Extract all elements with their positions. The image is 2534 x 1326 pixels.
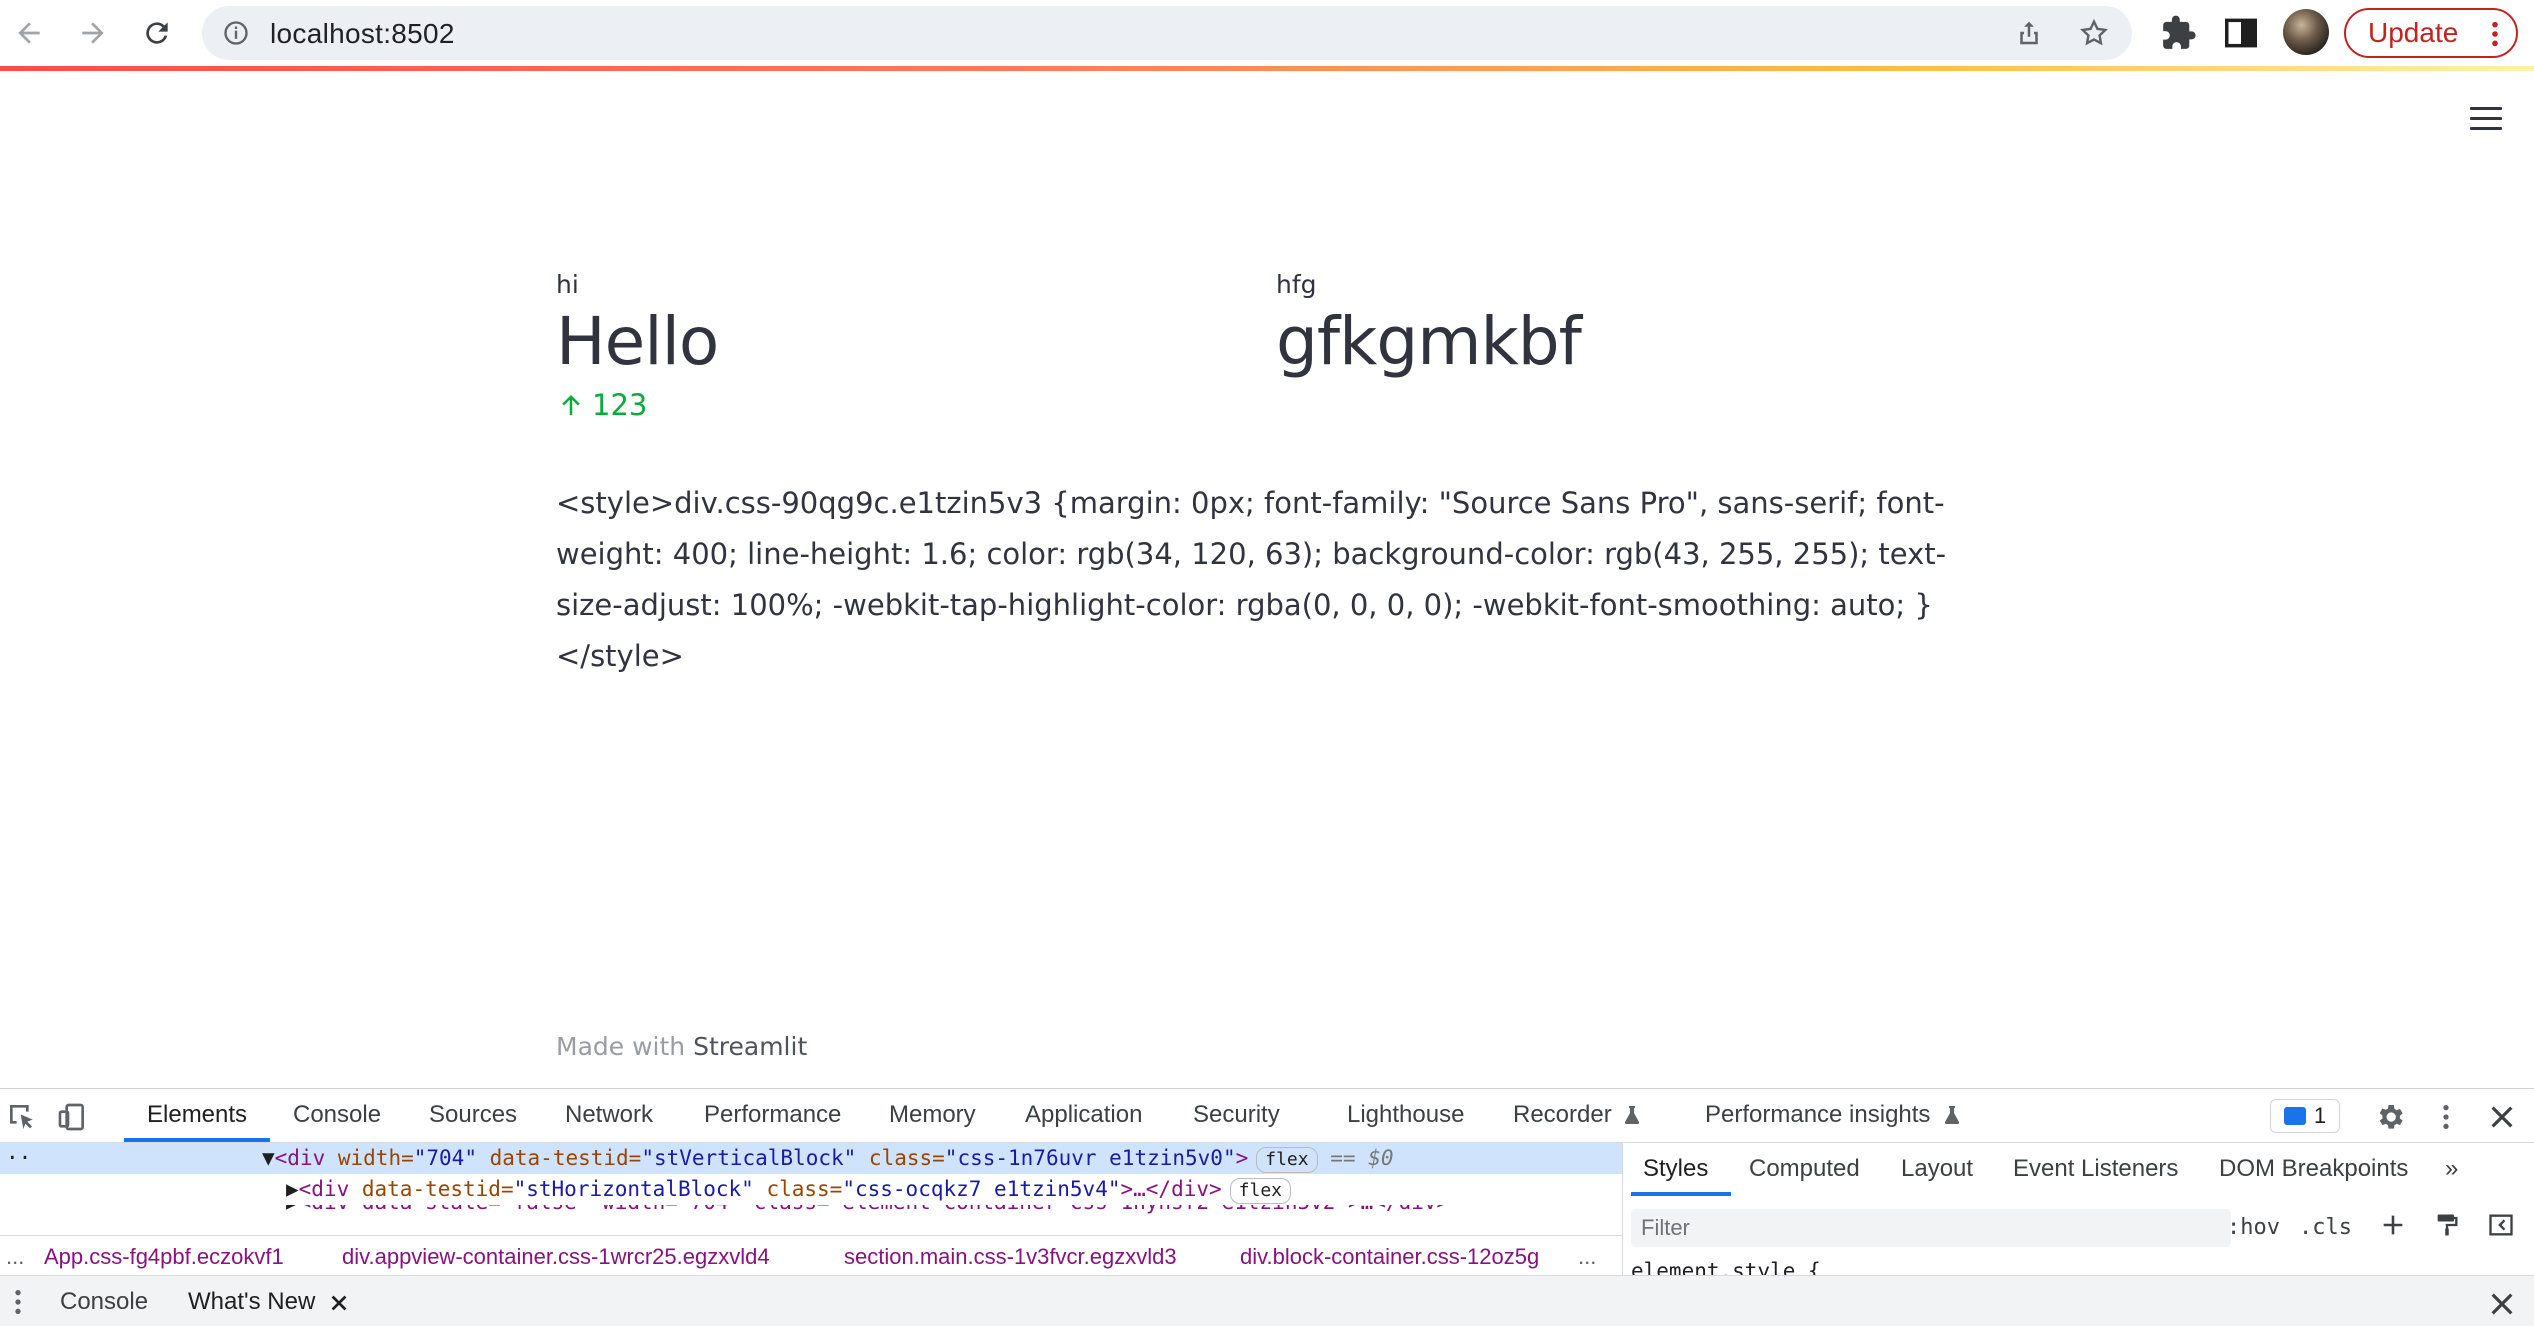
- back-button[interactable]: [6, 10, 52, 56]
- metric-value: Hello: [556, 303, 719, 380]
- arrow-up-icon: [562, 395, 580, 415]
- metric-delta: 123: [556, 388, 718, 422]
- breadcrumb-item[interactable]: div.block-container.css-12oz5g: [1240, 1244, 1564, 1270]
- inspect-element-icon[interactable]: [6, 1101, 38, 1133]
- drawer-tab-console[interactable]: Console: [60, 1288, 148, 1316]
- extensions-puzzle-icon[interactable]: [2160, 14, 2198, 52]
- tab-performance-insights[interactable]: Performance insights: [1705, 1101, 1930, 1129]
- breadcrumb-item[interactable]: section.main.css-1v3fvcr.egzxvld3: [844, 1244, 1177, 1270]
- flex-badge[interactable]: flex: [1229, 1178, 1292, 1204]
- close-drawer-icon[interactable]: [2486, 1288, 2518, 1320]
- metric-value: gfkgmkbf: [1276, 303, 1582, 380]
- metric-hi: hi Hello 123: [556, 270, 719, 422]
- tab-elements[interactable]: Elements: [147, 1101, 247, 1129]
- tab-styles[interactable]: Styles: [1643, 1155, 1708, 1183]
- footer-prefix: Made with: [556, 1032, 686, 1061]
- flex-badge[interactable]: flex: [1256, 1147, 1318, 1173]
- tab-network[interactable]: Network: [565, 1101, 653, 1129]
- arrow-right-icon: [82, 22, 104, 44]
- dom-breadcrumbs: ... App.css-fg4pbf.eczokvf1 div.appview-…: [0, 1235, 1622, 1275]
- arrow-left-icon: [18, 22, 40, 44]
- tab-application[interactable]: Application: [1025, 1101, 1142, 1129]
- tab-layout[interactable]: Layout: [1901, 1155, 1973, 1183]
- cls-toggle[interactable]: .cls: [2299, 1215, 2352, 1240]
- tab-recorder[interactable]: Recorder: [1513, 1101, 1612, 1129]
- share-icon[interactable]: [2014, 18, 2044, 48]
- devtools-drawer: Console What's New: [0, 1275, 2534, 1326]
- active-tab-indicator: [124, 1138, 270, 1142]
- dom-node[interactable]: ▶<div data-testid="stHorizontalBlock" cl…: [0, 1174, 1622, 1205]
- active-tab-indicator: [1631, 1192, 1731, 1196]
- forward-button[interactable]: [70, 10, 116, 56]
- experiment-flask-icon: [1944, 1106, 1960, 1124]
- more-vertical-icon[interactable]: [2430, 1101, 2462, 1133]
- update-label: Update: [2368, 17, 2459, 48]
- devtools-tabbar: Elements Console Sources Network Perform…: [0, 1089, 2534, 1143]
- issues-badge[interactable]: 1: [2270, 1099, 2340, 1133]
- tab-console[interactable]: Console: [293, 1101, 381, 1129]
- footer: Made with Streamlit: [556, 1032, 807, 1061]
- metric-delta-value: 123: [592, 388, 648, 422]
- metric-hfg: hfg gfkgmkbf: [1276, 270, 1582, 380]
- tab-dom-breakpoints[interactable]: DOM Breakpoints: [2219, 1155, 2408, 1183]
- tab-performance[interactable]: Performance: [704, 1101, 841, 1129]
- dom-node-partial[interactable]: ▶<div data-stale="false" width="704" cla…: [0, 1205, 1622, 1218]
- toggle-sidebar-icon[interactable]: [2487, 1211, 2515, 1239]
- close-icon[interactable]: [2486, 1101, 2518, 1133]
- issues-count: 1: [2313, 1103, 2327, 1128]
- tab-sources[interactable]: Sources: [429, 1101, 517, 1129]
- bookmark-star-icon[interactable]: [2078, 17, 2110, 49]
- markdown-style-text: <style>div.css-90qg9c.e1tzin5v3 {margin:…: [556, 486, 1947, 673]
- tab-event-listeners[interactable]: Event Listeners: [2013, 1155, 2178, 1183]
- message-icon: [2283, 1107, 2306, 1125]
- kebab-menu-icon: [2492, 21, 2498, 47]
- devtools-panel: Elements Console Sources Network Perform…: [0, 1088, 2534, 1326]
- address-bar[interactable]: localhost:8502: [202, 6, 2132, 60]
- styles-filter-input[interactable]: Filter: [1631, 1209, 2231, 1247]
- experiment-flask-icon: [1624, 1106, 1640, 1124]
- browser-toolbar: localhost:8502 Update: [0, 0, 2534, 66]
- tab-security[interactable]: Security: [1193, 1101, 1280, 1129]
- drawer-tab-whats-new[interactable]: What's New: [188, 1288, 315, 1316]
- tab-computed[interactable]: Computed: [1749, 1155, 1860, 1183]
- reload-icon: [146, 22, 168, 44]
- profile-avatar[interactable]: [2283, 9, 2329, 55]
- breadcrumb-item[interactable]: div.appview-container.css-1wrcr25.egzxvl…: [342, 1244, 770, 1270]
- tab-memory[interactable]: Memory: [889, 1101, 976, 1129]
- elements-tree: ·· ▼<div width="704" data-testid="stVerti…: [0, 1143, 1622, 1205]
- info-icon[interactable]: [222, 19, 250, 47]
- more-tabs-chevron-icon[interactable]: »: [2445, 1155, 2458, 1183]
- breadcrumb-overflow[interactable]: ...: [6, 1244, 24, 1270]
- update-button[interactable]: Update: [2344, 8, 2518, 58]
- paint-roller-icon[interactable]: [2433, 1211, 2461, 1239]
- drawer-menu-icon[interactable]: [6, 1286, 30, 1318]
- streamlit-link[interactable]: Streamlit: [693, 1032, 807, 1061]
- side-panel-icon[interactable]: [2222, 14, 2260, 52]
- elements-tree-partial: ▶<div data-stale="false" width="704" cla…: [0, 1205, 1622, 1235]
- hov-toggle[interactable]: :hov: [2227, 1215, 2280, 1240]
- url-text[interactable]: localhost:8502: [270, 18, 455, 50]
- tab-lighthouse[interactable]: Lighthouse: [1347, 1101, 1464, 1129]
- device-toolbar-icon[interactable]: [56, 1101, 88, 1133]
- breadcrumb-overflow[interactable]: ...: [1578, 1244, 1596, 1270]
- styles-sidebar: Styles Computed Layout Event Listeners D…: [1622, 1143, 2534, 1283]
- streamlit-decoration-bar: [0, 66, 2534, 71]
- close-tab-icon[interactable]: [328, 1292, 350, 1314]
- breadcrumb-item[interactable]: App.css-fg4pbf.eczokvf1: [44, 1244, 284, 1270]
- reload-button[interactable]: [134, 10, 180, 56]
- dom-node-selected[interactable]: ·· ▼<div width="704" data-testid="stVerti…: [0, 1143, 1622, 1174]
- new-style-rule-icon[interactable]: [2379, 1211, 2407, 1239]
- gear-icon[interactable]: [2374, 1101, 2406, 1133]
- main-menu-icon[interactable]: [2470, 107, 2502, 133]
- metric-label: hfg: [1276, 270, 1317, 299]
- metric-label: hi: [556, 270, 579, 299]
